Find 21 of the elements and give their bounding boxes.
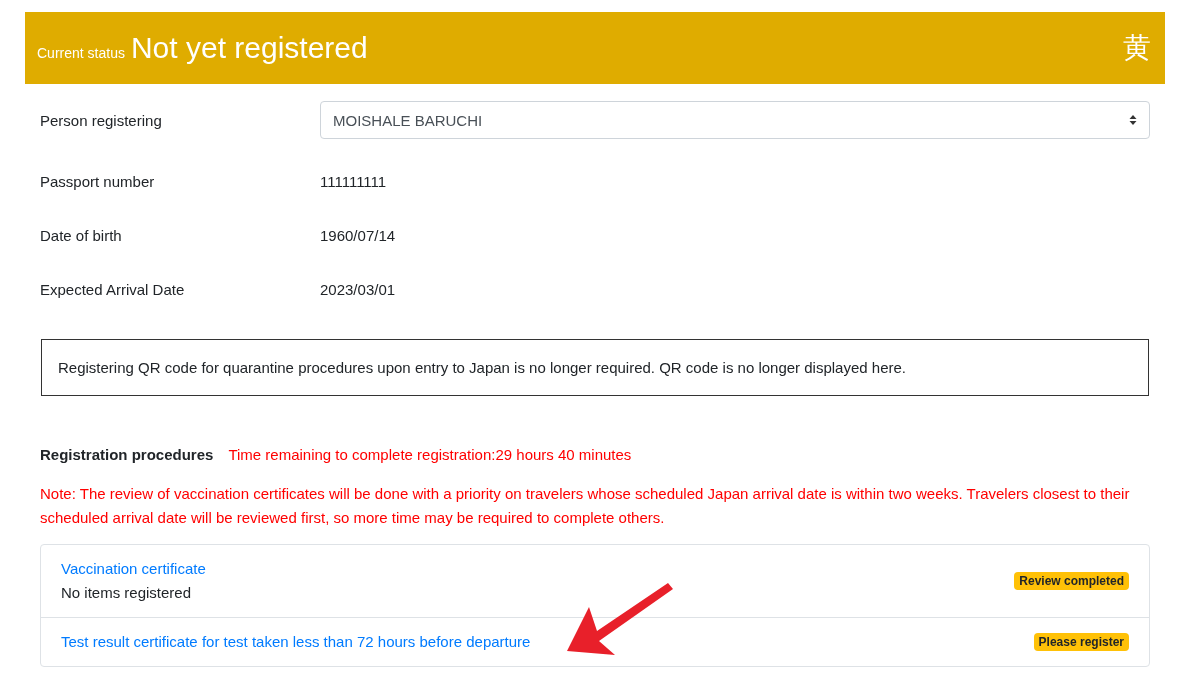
- notice-box: Registering QR code for quarantine procedures upon entry to Japan is no longer required. QR code is no longer displayed here.: [41, 339, 1149, 396]
- field-value: 2023/03/01: [320, 280, 396, 298]
- field-label: Person registering: [40, 111, 163, 129]
- field-value: 1960/07/14: [320, 226, 396, 244]
- status-color-character: 黄: [1123, 31, 1151, 65]
- procedure-detail: No items registered: [61, 583, 193, 603]
- field-value: 111111111: [320, 172, 387, 190]
- status-badge: Please register: [1033, 633, 1129, 651]
- status-badge: Review completed: [1014, 572, 1129, 590]
- time-remaining: Time remaining to complete registration:29 hours 40 minutes: [228, 446, 632, 463]
- person-select[interactable]: MOISHALE BARUCHI: [320, 101, 1150, 139]
- field-label: Passport number: [40, 172, 156, 190]
- section-title: Registration procedures: [40, 446, 214, 463]
- procedure-link[interactable]: Test result certificate for test taken less than 72 hours before departure: [61, 630, 531, 654]
- field-label: Expected Arrival Date: [40, 280, 186, 298]
- procedure-link[interactable]: Vaccination certificate: [61, 557, 206, 581]
- priority-note: Note: The review of vaccination certificates will be done with a priority on travelers whose scheduled Japan arrival date is within two weeks. Travelers closest to their scheduled arrival date will be reviewed first, so more time may be required to complete others.: [40, 484, 1131, 528]
- field-label: Date of birth: [40, 226, 123, 244]
- sort-caret-icon: [1129, 114, 1137, 126]
- status-label: Current status: [37, 45, 125, 61]
- status-value: Not yet registered: [130, 31, 368, 65]
